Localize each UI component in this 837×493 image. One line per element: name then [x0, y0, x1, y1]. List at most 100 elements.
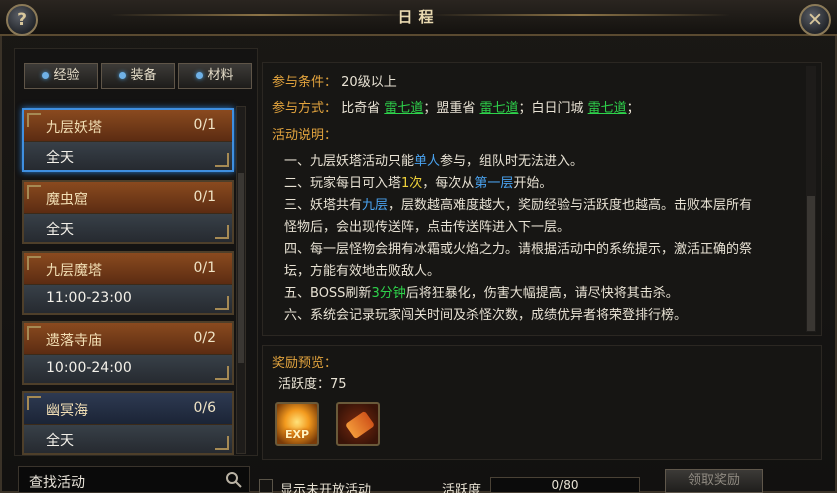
method-link-biqi[interactable]: 雷七道	[384, 101, 423, 116]
description-label: 活动说明：	[272, 128, 338, 143]
search-input[interactable]: 查找活动	[18, 466, 250, 493]
activity-footer: 全天	[24, 425, 232, 453]
method-text: ；	[626, 101, 640, 116]
activity-header: 九层魔塔 0/1	[24, 253, 232, 285]
activity-footer: 11:00-23:00	[24, 285, 232, 313]
scroll-icon[interactable]	[336, 402, 380, 446]
activity-header: 魔虫窟 0/1	[24, 182, 232, 214]
description-highlight: 第一层	[474, 176, 514, 191]
detail-scrollbar[interactable]	[806, 66, 816, 332]
description-text: 三、妖塔共有	[284, 198, 363, 213]
description-text: 四、每一层怪物会拥有冰霜或火焰之力。请根据活动中的系统提示，激活正确的祭	[284, 242, 753, 257]
reward-activeness: 活跃度：75	[278, 377, 347, 392]
method-text: ；白日门城	[518, 101, 584, 116]
description-text: 后将狂暴化，伤害大幅提高，请尽快将其击杀。	[405, 286, 679, 301]
activity-count: 0/1	[193, 189, 216, 205]
description-highlight: 1次	[401, 176, 423, 191]
tab-indicator-icon	[196, 72, 204, 79]
activity-count: 0/6	[193, 400, 216, 416]
description-text: ，层数越高难度越大，奖励经验与活跃度也越高。击败本层所有	[388, 198, 753, 213]
activity-count: 0/1	[193, 260, 216, 276]
condition-value: 20级以上	[341, 75, 397, 90]
help-button[interactable]: ?	[6, 4, 38, 36]
description-highlight: 3分钟	[371, 286, 406, 301]
tab-equipment[interactable]: 装备	[101, 63, 175, 89]
description-text: 开始。	[513, 176, 553, 191]
activity-time: 全天	[46, 433, 74, 449]
method-row: 参与方式： 比奇省 雷七道；盟重省 雷七道；白日门城 雷七道；	[272, 97, 640, 116]
title-bar: 日程	[0, 0, 837, 36]
description-highlight: 单人	[414, 154, 441, 169]
condition-label: 参与条件：	[272, 75, 338, 90]
tab-materials[interactable]: 材料	[178, 63, 252, 89]
activity-time: 全天	[46, 222, 74, 238]
activity-time: 11:00-23:00	[46, 290, 132, 306]
activity-header: 九层妖塔 0/1	[24, 110, 232, 142]
progress-text: 0/80	[551, 478, 579, 492]
activity-name: 幽冥海	[46, 403, 88, 419]
activity-item-insect-cave[interactable]: 魔虫窟 0/1 全天	[22, 180, 234, 244]
show-unopened-checkbox[interactable]	[259, 479, 273, 493]
method-text: ；盟重省	[423, 101, 476, 116]
activity-name: 遗落寺庙	[46, 333, 102, 349]
description-line-3: 三、妖塔共有九层，层数越高难度越大，奖励经验与活跃度也越高。击败本层所有	[284, 194, 752, 213]
activity-item-nether-sea[interactable]: 幽冥海 0/6 全天	[22, 391, 234, 455]
corner-ornament-icon	[27, 185, 41, 199]
corner-ornament-icon	[27, 396, 41, 410]
tab-indicator-icon	[119, 72, 127, 79]
exp-icon[interactable]: EXP	[275, 402, 319, 446]
activity-item-nine-floor-demon-pagoda[interactable]: 九层魔塔 0/1 11:00-23:00	[22, 251, 234, 315]
corner-ornament-icon	[215, 366, 229, 380]
activity-name: 九层魔塔	[46, 263, 102, 279]
description-text: 坛，方能有效地击败敌人。	[284, 264, 441, 279]
search-icon[interactable]	[225, 471, 243, 489]
show-unopened-label[interactable]: 显示未开放活动	[280, 479, 371, 493]
description-heading: 活动说明：	[272, 124, 337, 143]
scroll-shape-icon	[345, 410, 375, 440]
activity-footer: 全天	[24, 214, 232, 242]
activity-count: 0/1	[193, 117, 216, 133]
scrollbar-thumb[interactable]	[238, 173, 244, 363]
search-text: 查找活动	[29, 475, 85, 491]
corner-ornament-icon	[27, 256, 41, 270]
tab-indicator-icon	[42, 72, 50, 79]
tab-experience[interactable]: 经验	[24, 63, 98, 89]
activity-time: 全天	[46, 150, 74, 166]
description-text: 六、系统会记录玩家闯关时间及杀怪次数，成绩优异者将荣登排行榜。	[284, 308, 688, 323]
activity-item-lost-temple[interactable]: 遗落寺庙 0/2 10:00-24:00	[22, 321, 234, 385]
corner-ornament-icon	[215, 296, 229, 310]
close-button[interactable]: ✕	[799, 4, 831, 36]
activity-list-scrollbar[interactable]	[236, 106, 246, 454]
method-link-bairimen[interactable]: 雷七道	[588, 101, 627, 116]
activity-header: 遗落寺庙 0/2	[24, 323, 232, 355]
corner-ornament-icon	[27, 326, 41, 340]
activity-name: 魔虫窟	[46, 192, 88, 208]
reward-label: 奖励预览：	[272, 356, 338, 371]
corner-ornament-icon	[215, 153, 229, 167]
exp-icon-label: EXP	[284, 428, 310, 441]
description-line-5: 四、每一层怪物会拥有冰霜或火焰之力。请根据活动中的系统提示，激活正确的祭	[284, 238, 752, 257]
claim-reward-button[interactable]: 领取奖励	[665, 469, 763, 493]
tab-label: 经验	[53, 68, 80, 83]
activeness-label: 活跃度	[442, 483, 482, 493]
scrollbar-thumb[interactable]	[807, 196, 815, 331]
description-text: ，每次从	[422, 176, 475, 191]
corner-ornament-icon	[27, 113, 41, 127]
method-link-mengzhong[interactable]: 雷七道	[479, 101, 518, 116]
description-text: 一、九层妖塔活动只能	[284, 154, 415, 169]
window-title: 日程	[397, 8, 440, 26]
activity-header: 幽冥海 0/6	[24, 393, 232, 425]
method-text: 比奇省	[341, 101, 381, 116]
description-line-2: 二、玩家每日可入塔1次，每次从第一层开始。	[284, 172, 552, 191]
description-line-6: 坛，方能有效地击败敌人。	[284, 260, 440, 279]
activity-name: 九层妖塔	[46, 120, 102, 136]
activeness-progress-bar: 0/80	[490, 477, 640, 493]
activity-item-nine-floor-demon-tower[interactable]: 九层妖塔 0/1 全天	[22, 108, 234, 172]
tab-label: 装备	[130, 68, 157, 83]
condition-row: 参与条件： 20级以上	[272, 71, 397, 90]
tab-label: 材料	[207, 68, 234, 83]
description-highlight: 九层	[362, 198, 389, 213]
description-line-7: 五、BOSS刷新3分钟后将狂暴化，伤害大幅提高，请尽快将其击杀。	[284, 282, 679, 301]
activity-footer: 全天	[24, 142, 232, 170]
corner-ornament-icon	[215, 436, 229, 450]
